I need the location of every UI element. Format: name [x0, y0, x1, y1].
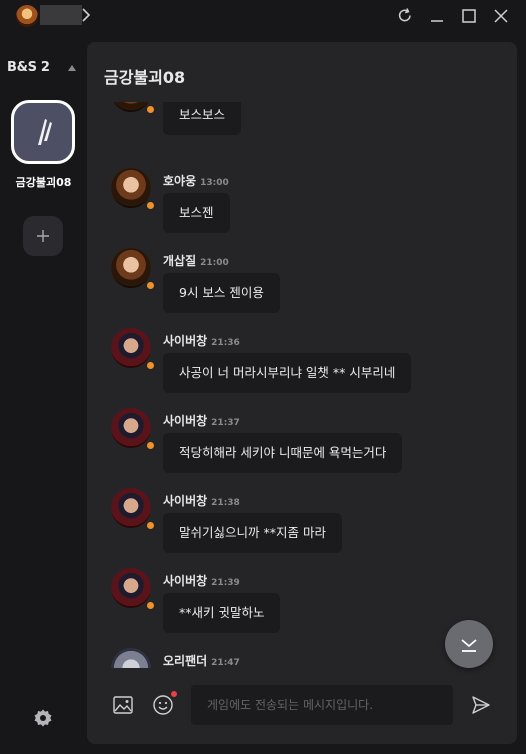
author-name: 사이버창 [163, 574, 208, 588]
author-name: 오리팬더 [163, 654, 208, 668]
message-item: 개삽질 21:00 9시 보스 젠이용 [87, 248, 517, 324]
user-avatar[interactable] [111, 488, 151, 528]
message-bubble: 보스젠 [163, 193, 230, 233]
chevron-right-icon[interactable] [81, 7, 91, 23]
message-author[interactable]: 오리팬더 21:47 [163, 652, 240, 668]
message-time: 21:38 [211, 498, 240, 508]
message-bubble: 보스보스 [163, 102, 242, 135]
message-time: 21:37 [211, 418, 240, 428]
message-item: 사이버창 21:38 말쉬기싫으니까 **지좀 마라 [87, 488, 517, 564]
message-bubble: 9시 보스 젠이용 [163, 273, 280, 313]
message-author[interactable]: 사이버창 21:37 [163, 412, 240, 429]
chat-room-title: 금강불괴08 [104, 68, 186, 87]
online-status-dot [147, 282, 154, 289]
online-status-dot [147, 106, 154, 113]
author-name: 개삽질 [163, 254, 197, 268]
room-icon-button[interactable] [11, 100, 75, 164]
image-icon[interactable] [113, 696, 133, 714]
message-time: 21:00 [200, 258, 229, 268]
caret-up-icon[interactable] [67, 63, 77, 72]
close-icon[interactable] [491, 6, 511, 26]
user-avatar[interactable] [111, 568, 151, 608]
title-bar [0, 0, 526, 32]
online-status-dot [147, 442, 154, 449]
author-name: 사이버창 [163, 414, 208, 428]
user-avatar[interactable] [111, 248, 151, 288]
user-avatar[interactable] [111, 102, 151, 112]
online-status-dot [147, 202, 154, 209]
online-status-dot [147, 362, 154, 369]
author-name: 사이버창 [163, 494, 208, 508]
server-rail: B&S 2 금강불괴08 [0, 32, 87, 754]
notification-dot [171, 691, 177, 697]
room-label: 금강불괴08 [15, 176, 72, 189]
message-item: 사이버창 21:36 사공이 너 머라시부리냐 일챗 ** 시부리네 [87, 328, 517, 404]
message-item: 호야웅 13:00 보스젠 [87, 168, 517, 244]
online-status-dot [147, 522, 154, 529]
message-time: 21:39 [211, 578, 240, 588]
message-author[interactable]: 사이버창 21:39 [163, 572, 240, 589]
send-icon[interactable] [471, 695, 491, 715]
author-name: 호야웅 [163, 174, 197, 188]
plus-icon [37, 230, 49, 242]
message-time: 21:47 [211, 658, 240, 668]
chevron-down-icon [461, 639, 477, 652]
user-avatar[interactable] [111, 168, 151, 208]
message-author[interactable]: 사이버창 21:38 [163, 492, 240, 509]
author-name: 사이버창 [163, 334, 208, 348]
refresh-icon[interactable] [395, 6, 415, 26]
message-item: 사이버창 21:37 적당히해라 세키야 니때문에 욕먹는거다 [87, 408, 517, 484]
message-author[interactable]: 개삽질 21:00 [163, 252, 229, 269]
user-avatar[interactable] [111, 408, 151, 448]
message-input[interactable] [191, 685, 453, 725]
message-bubble: 사공이 너 머라시부리냐 일챗 ** 시부리네 [163, 353, 412, 393]
message-time: 13:00 [200, 178, 229, 188]
profile-name-redacted[interactable] [40, 5, 82, 25]
room-emblem-icon [38, 119, 52, 145]
emoji-icon[interactable] [152, 694, 174, 716]
message-item: 보스보스 [87, 102, 517, 154]
user-avatar[interactable] [111, 328, 151, 368]
add-room-button[interactable] [23, 216, 63, 256]
chat-panel: 금강불괴08 보스보스 호야웅 13:00 보스젠 개삽질 21:00 9시 보스 … [87, 42, 517, 744]
message-bubble: **새키 귓말하노 [163, 593, 281, 633]
message-bubble: 적당히해라 세키야 니때문에 욕먹는거다 [163, 433, 403, 473]
server-name[interactable]: B&S 2 [7, 60, 50, 75]
minimize-icon[interactable] [427, 6, 447, 26]
message-bubble: 말쉬기싫으니까 **지좀 마라 [163, 513, 342, 553]
settings-gear-icon[interactable] [33, 708, 53, 728]
message-time: 21:36 [211, 338, 240, 348]
profile-avatar[interactable] [16, 5, 38, 27]
online-status-dot [147, 602, 154, 609]
message-author[interactable]: 사이버창 21:36 [163, 332, 240, 349]
message-list[interactable]: 보스보스 호야웅 13:00 보스젠 개삽질 21:00 9시 보스 젠이용 사이버… [87, 102, 517, 668]
scroll-to-bottom-button[interactable] [445, 620, 493, 668]
maximize-icon[interactable] [459, 6, 479, 26]
user-avatar[interactable] [111, 648, 151, 668]
message-author[interactable]: 호야웅 13:00 [163, 172, 229, 189]
